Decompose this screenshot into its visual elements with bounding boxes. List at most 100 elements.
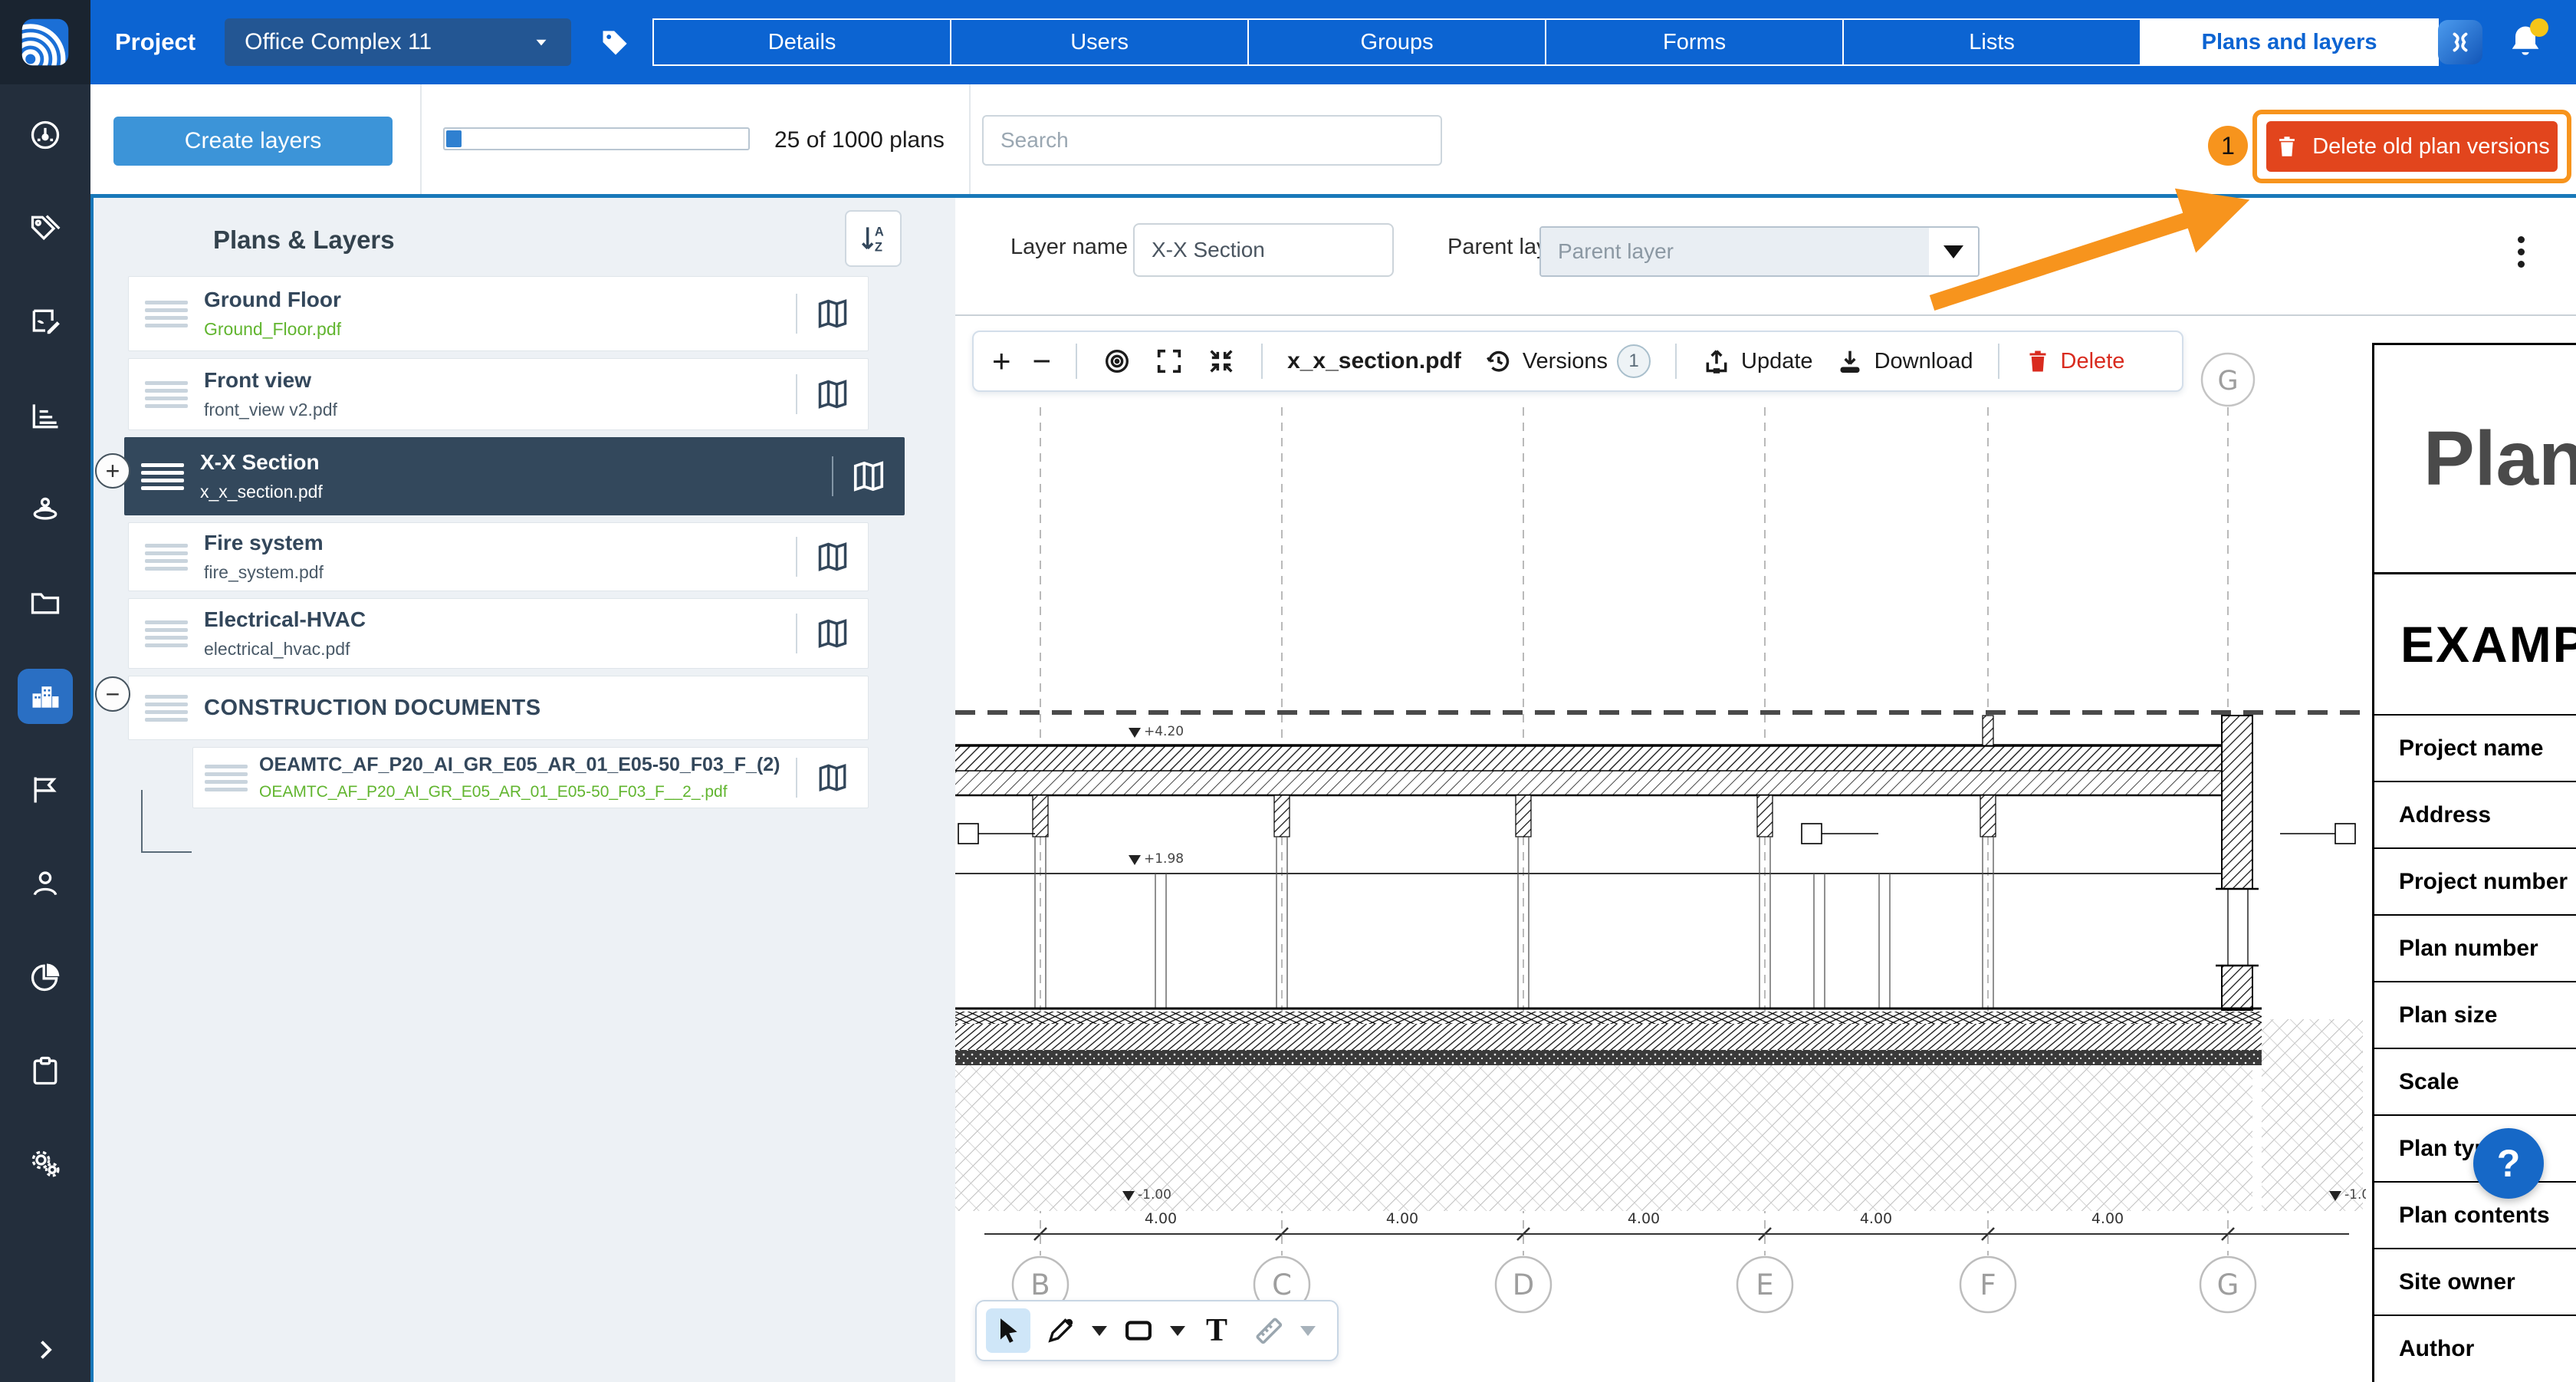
fit-to-screen-button[interactable] [1195, 346, 1247, 377]
expand-toggle[interactable]: + [95, 453, 130, 489]
tab-forms[interactable]: Forms [1545, 18, 1844, 66]
plan-drawing-canvas[interactable]: +4.20 +1.98 -1.00 -1.00 4.00 4.00 4.00 4… [955, 314, 2366, 1382]
map-icon [816, 617, 849, 650]
pen-icon [1044, 1315, 1076, 1347]
parent-layer-select[interactable]: Parent layer [1539, 226, 1980, 277]
select-tool-button[interactable] [986, 1308, 1030, 1353]
connect-icon [2446, 28, 2474, 56]
app-window: Project Office Complex 11 Details Users … [0, 0, 2576, 1382]
update-button[interactable]: Update [1691, 346, 1824, 377]
visibility-button[interactable] [1091, 346, 1143, 377]
fullscreen-button[interactable] [1143, 346, 1195, 377]
pen-tool-dropdown[interactable] [1092, 1326, 1107, 1336]
delete-old-plan-versions-button[interactable]: Delete old plan versions [2266, 121, 2558, 172]
pen-tool-button[interactable] [1038, 1308, 1083, 1353]
drag-handle-icon[interactable] [129, 544, 204, 571]
delete-label: Delete [2061, 349, 2125, 374]
tab-groups[interactable]: Groups [1247, 18, 1546, 66]
measure-tool-button[interactable] [1247, 1308, 1291, 1353]
collapse-toggle[interactable]: − [95, 676, 130, 712]
select-arrow [1929, 228, 1978, 275]
create-layers-button[interactable]: Create layers [113, 117, 393, 166]
cursor-icon [993, 1315, 1024, 1346]
open-plan-button[interactable] [797, 377, 868, 411]
sidebar-item-flags[interactable] [18, 762, 73, 818]
plans-quota-progress-fill [446, 130, 462, 147]
current-file-name: x_x_section.pdf [1276, 348, 1472, 374]
open-plan-button[interactable] [797, 297, 868, 331]
sidebar-item-tags[interactable] [18, 201, 73, 256]
open-plan-button[interactable] [797, 540, 868, 574]
grid-label: F [1980, 1268, 1996, 1301]
drag-handle-icon[interactable] [125, 463, 200, 490]
viewer-toolbar: + − x_x_section.pdf [972, 331, 2183, 392]
drag-handle-icon[interactable] [129, 695, 204, 722]
sidebar-item-documents[interactable] [18, 575, 73, 630]
tab-users[interactable]: Users [950, 18, 1249, 66]
plan-row-fire-system[interactable]: Fire system fire_system.pdf [128, 522, 869, 591]
sidebar-item-statistics[interactable] [18, 388, 73, 443]
flag-icon [28, 773, 62, 807]
tab-details[interactable]: Details [652, 18, 951, 66]
sort-button[interactable]: A Z [845, 210, 902, 267]
plan-group-construction-documents[interactable]: CONSTRUCTION DOCUMENTS [128, 676, 869, 740]
map-icon [816, 297, 849, 331]
sidebar-item-settings[interactable] [18, 1137, 73, 1192]
delete-plan-button[interactable]: Delete [2013, 347, 2136, 375]
svg-text:Z: Z [875, 241, 882, 255]
brand-logo[interactable] [0, 0, 90, 84]
open-plan-button[interactable] [797, 762, 868, 794]
shape-tool-dropdown[interactable] [1170, 1326, 1185, 1336]
tags-button[interactable] [599, 25, 632, 59]
sidebar-expand-button[interactable] [0, 1336, 90, 1364]
layer-name-input[interactable] [1133, 223, 1394, 277]
plan-row-electrical-hvac[interactable]: Electrical-HVAC electrical_hvac.pdf [128, 598, 869, 669]
drag-handle-icon[interactable] [129, 301, 204, 327]
grid-label: E [1756, 1268, 1773, 1301]
open-plan-button[interactable] [833, 459, 904, 494]
trash-icon [2024, 347, 2052, 375]
tags-icon [28, 212, 62, 245]
grid-label-top: G [2217, 366, 2238, 397]
annotation-toolbar: T [975, 1300, 1339, 1361]
left-sidebar [0, 0, 90, 1382]
zoom-out-button[interactable]: − [1022, 345, 1063, 377]
sidebar-item-reports[interactable] [18, 949, 73, 1005]
help-button[interactable]: ? [2473, 1128, 2544, 1199]
drag-handle-icon[interactable] [193, 765, 259, 791]
drag-handle-icon[interactable] [129, 620, 204, 647]
sidebar-item-gauge[interactable] [18, 107, 73, 163]
sidebar-item-tasks[interactable] [18, 1043, 73, 1098]
title-block-row: Project number [2374, 847, 2576, 914]
open-plan-button[interactable] [797, 617, 868, 650]
plan-row-xx-section-selected[interactable]: X-X Section x_x_section.pdf [124, 437, 905, 515]
dimension-label: 4.00 [2091, 1210, 2124, 1227]
level-label: -1.00 [1138, 1187, 1171, 1203]
grid-label: B [1030, 1268, 1050, 1301]
plan-name: Ground Floor [204, 288, 796, 312]
download-label: Download [1875, 349, 1973, 374]
plan-row-oeamtc[interactable]: OEAMTC_AF_P20_AI_GR_E05_AR_01_E05-50_F03… [192, 747, 869, 808]
drag-handle-icon[interactable] [129, 381, 204, 408]
sidebar-item-contacts[interactable] [18, 856, 73, 911]
sidebar-item-projects[interactable] [18, 669, 73, 724]
zoom-in-button[interactable]: + [981, 345, 1022, 377]
notification-badge [2530, 18, 2548, 37]
plan-row-ground-floor[interactable]: Ground Floor Ground_Floor.pdf [128, 276, 869, 351]
tab-plans-and-layers[interactable]: Plans and layers [2140, 18, 2439, 66]
sidebar-item-location[interactable] [18, 482, 73, 537]
connect-app-button[interactable] [2438, 20, 2482, 64]
download-button[interactable]: Download [1824, 346, 1984, 377]
plan-name: Electrical-HVAC [204, 607, 796, 632]
search-input[interactable] [982, 115, 1442, 166]
more-options-button[interactable] [2505, 227, 2536, 276]
project-selector[interactable]: Office Complex 11 [225, 18, 571, 66]
sidebar-item-forms[interactable] [18, 294, 73, 350]
text-tool-button[interactable]: T [1194, 1308, 1239, 1353]
plan-row-front-view[interactable]: Front view front_view v2.pdf [128, 358, 869, 430]
measure-tool-dropdown[interactable] [1300, 1326, 1316, 1336]
versions-button[interactable]: Versions 1 [1472, 344, 1661, 378]
plan-title-block: PlanRadar EXAMPLE Project name Address P… [2372, 343, 2576, 1382]
shape-tool-button[interactable] [1116, 1308, 1161, 1353]
tab-lists[interactable]: Lists [1842, 18, 2141, 66]
